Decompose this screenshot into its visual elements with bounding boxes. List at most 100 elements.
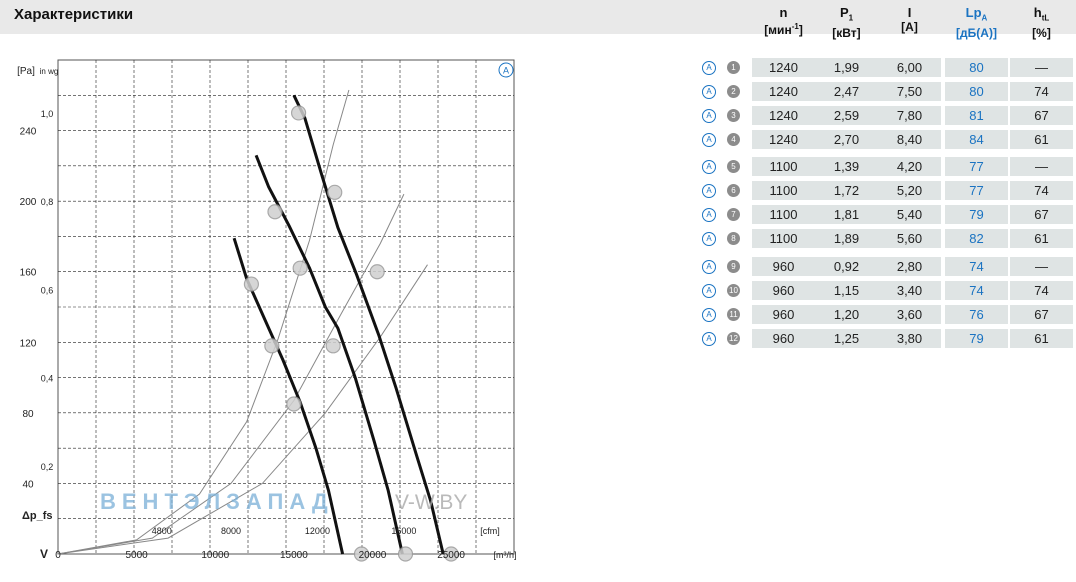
x-secondary-tick-label: 12000 [305,526,330,536]
operating-point-number: 3 [727,109,740,122]
x-tick-label: 20000 [359,550,387,561]
table-cell-lp: 84 [945,130,1008,149]
y-tick-label: 240 [20,127,37,138]
table-cell-lp: 81 [945,106,1008,125]
x-tick-label: 15000 [280,550,308,561]
column-unit-text: [A] [901,20,918,34]
column-header-4: LpA [дБ(A)] [945,6,1008,40]
column-header-symbol: Lp [965,5,982,20]
column-header-name: n [752,6,815,20]
table-cell-p1: 2,59 [815,106,878,125]
sound-marker-icon: A [702,308,716,322]
y-axis-label: Δp_fs [22,510,53,522]
table-cell-eff: — [1010,58,1073,77]
column-header-2: P1 [кВт] [815,6,878,40]
operating-point-marker [369,264,385,280]
column-header-name: htL [1010,6,1073,26]
table-cell-p1: 0,92 [815,257,878,276]
operating-point-number: 2 [727,85,740,98]
table-cell-i: 8,40 [878,130,941,149]
sound-marker-icon: A [702,184,716,198]
table-cell-eff: 67 [1010,106,1073,125]
table-cell-i: 4,20 [878,157,941,176]
table-cell-p1: 1,39 [815,157,878,176]
table-cell-n: 1240 [752,82,815,101]
table-cell-eff: 67 [1010,205,1073,224]
column-header-subscript: A [981,13,988,23]
table-cell-n: 960 [752,257,815,276]
operating-point-marker [292,260,308,276]
column-header-unit: [%] [1010,26,1073,40]
sound-marker-icon: A [702,208,716,222]
table-cell-p1: 1,99 [815,58,878,77]
y-secondary-tick-label: 0,8 [41,197,54,207]
table-cell-i: 3,60 [878,305,941,324]
watermark: ВЕНТЭЛЗАПАД V-W.BY [100,489,467,514]
table-cell-p1: 1,72 [815,181,878,200]
y-secondary-tick-label: 0,2 [41,462,54,472]
y-tick-label: 120 [20,338,37,349]
column-header-symbol: h [1033,5,1042,20]
table-cell-i: 5,60 [878,229,941,248]
operating-point-number: 1 [727,61,740,74]
column-header-symbol: I [907,5,912,20]
table-cell-n: 1100 [752,229,815,248]
operating-point-number: 8 [727,232,740,245]
table-cell-lp: 74 [945,257,1008,276]
column-unit-end: ] [798,23,803,37]
x-axis-label: V [40,547,48,561]
column-header-unit: [кВт] [815,26,878,40]
table-cell-i: 3,40 [878,281,941,300]
table-cell-p1: 1,20 [815,305,878,324]
column-unit-text: [дБ(A)] [956,25,997,40]
y-secondary-unit: in wg [40,67,59,76]
table-cell-i: 6,00 [878,58,941,77]
table-cell-n: 1240 [752,130,815,149]
column-header-symbol: n [779,5,788,20]
table-cell-n: 960 [752,329,815,348]
operating-point-marker [243,276,260,292]
table-cell-n: 960 [752,305,815,324]
y-secondary-tick-label: 0,4 [41,374,54,384]
table-cell-lp: 74 [945,281,1008,300]
column-header-name: P1 [815,6,878,26]
column-unit-text: [мин [764,23,792,37]
sound-marker-icon: A [702,160,716,174]
operating-point-marker [267,204,283,220]
operating-point-number: 6 [727,184,740,197]
table-cell-n: 1240 [752,106,815,125]
table-cell-p1: 2,47 [815,82,878,101]
watermark-site: V-W.BY [395,491,467,514]
operating-point-number: 12 [727,332,740,345]
column-header-1: n [мин-1] [752,6,815,38]
table-cell-lp: 77 [945,181,1008,200]
column-header-unit: [дБ(A)] [945,26,1008,40]
x-tick-label: 0 [55,550,61,561]
sound-marker-icon: A [702,85,716,99]
table-cell-lp: 79 [945,329,1008,348]
operating-point-number: 4 [727,133,740,146]
sound-marker-icon: A [702,284,716,298]
fan-performance-chart: 0 5000 10000 15000 20000 25000 [m³/h] V 4800 8000… [17,59,517,562]
operating-point-number: 9 [727,260,740,273]
table-cell-eff: 74 [1010,281,1073,300]
operating-point-marker [327,184,343,200]
watermark-brand: ВЕНТЭЛЗАПАД [100,489,334,514]
sound-marker-icon: A [702,133,716,147]
operating-point-marker [397,546,414,562]
table-cell-n: 1240 [752,58,815,77]
table-cell-lp: 80 [945,82,1008,101]
column-unit-superscript: -1 [791,22,799,31]
table-cell-n: 960 [752,281,815,300]
x-secondary-tick-label: 16000 [391,526,416,536]
table-cell-eff: — [1010,257,1073,276]
y-tick-label: 40 [22,479,34,490]
operating-point-number: 5 [727,160,740,173]
x-tick-label: 5000 [125,550,148,561]
table-cell-i: 7,50 [878,82,941,101]
table-cell-lp: 80 [945,58,1008,77]
column-header-subscript: tL [1041,13,1050,23]
sound-marker-icon: A [702,260,716,274]
y-tick-label: 80 [22,409,34,420]
x-tick-label: 10000 [201,550,229,561]
